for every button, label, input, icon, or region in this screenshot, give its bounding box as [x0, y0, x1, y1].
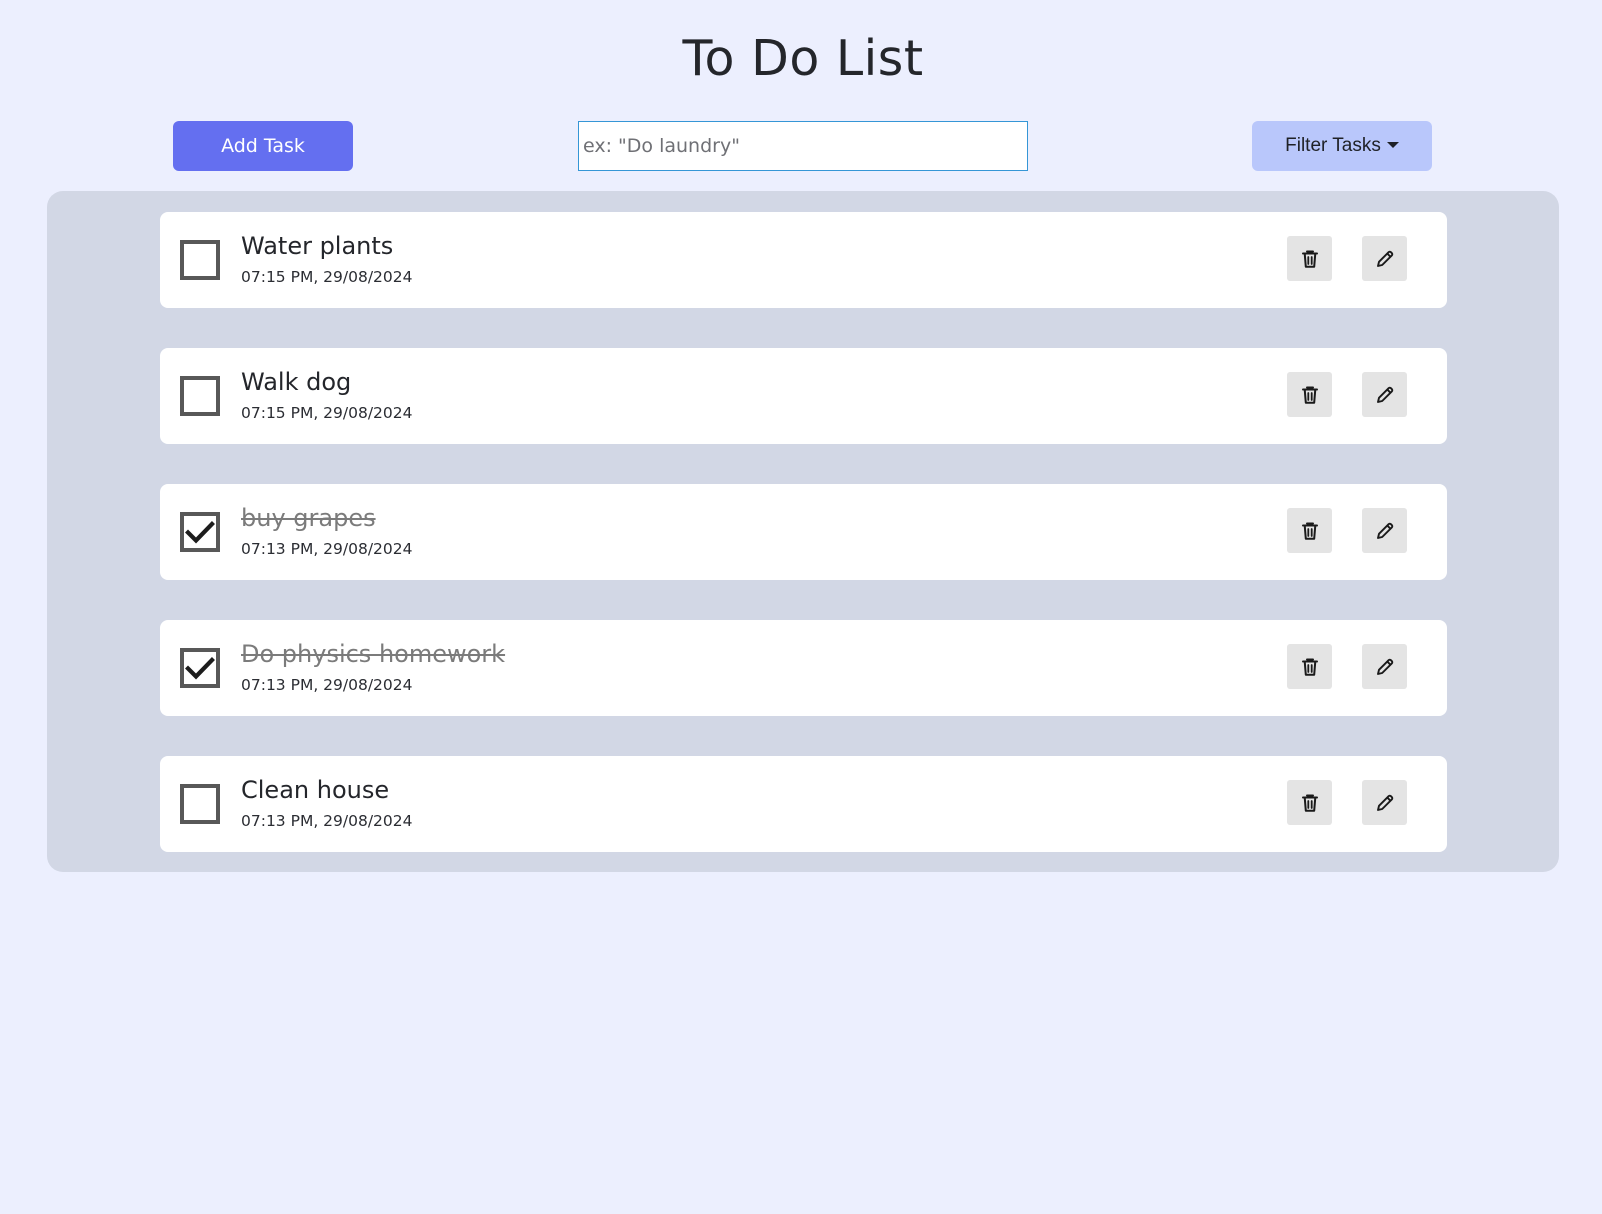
task-checkbox[interactable] [180, 648, 220, 688]
edit-task-button[interactable] [1362, 508, 1407, 553]
trash-icon [1301, 385, 1319, 405]
pencil-icon [1375, 657, 1395, 677]
task-checkbox[interactable] [180, 512, 220, 552]
task-timestamp: 07:13 PM, 29/08/2024 [241, 812, 413, 830]
task-checkbox[interactable] [180, 784, 220, 824]
task-list: Water plants 07:15 PM, 29/08/2024 Walk d… [47, 191, 1559, 872]
filter-tasks-button[interactable]: Filter Tasks [1252, 121, 1432, 171]
edit-task-button[interactable] [1362, 780, 1407, 825]
trash-icon [1301, 657, 1319, 677]
task-checkbox[interactable] [180, 376, 220, 416]
delete-task-button[interactable] [1287, 644, 1332, 689]
edit-task-button[interactable] [1362, 236, 1407, 281]
task-timestamp: 07:13 PM, 29/08/2024 [241, 676, 413, 694]
task-title: Clean house [241, 776, 390, 804]
add-task-button[interactable]: Add Task [173, 121, 353, 171]
task-checkbox[interactable] [180, 240, 220, 280]
task-item: Walk dog 07:15 PM, 29/08/2024 [160, 348, 1447, 444]
edit-task-button[interactable] [1362, 372, 1407, 417]
delete-task-button[interactable] [1287, 780, 1332, 825]
task-title: Water plants [241, 232, 394, 260]
task-title: buy grapes [241, 504, 376, 532]
delete-task-button[interactable] [1287, 508, 1332, 553]
trash-icon [1301, 521, 1319, 541]
trash-icon [1301, 249, 1319, 269]
task-item: Clean house 07:13 PM, 29/08/2024 [160, 756, 1447, 852]
task-item: buy grapes 07:13 PM, 29/08/2024 [160, 484, 1447, 580]
page-title: To Do List [682, 30, 924, 87]
caret-down-icon [1386, 142, 1399, 148]
pencil-icon [1375, 793, 1395, 813]
task-input[interactable] [578, 121, 1028, 171]
trash-icon [1301, 793, 1319, 813]
task-timestamp: 07:15 PM, 29/08/2024 [241, 404, 413, 422]
pencil-icon [1375, 521, 1395, 541]
task-timestamp: 07:13 PM, 29/08/2024 [241, 540, 413, 558]
task-item: Do physics homework 07:13 PM, 29/08/2024 [160, 620, 1447, 716]
task-timestamp: 07:15 PM, 29/08/2024 [241, 268, 413, 286]
filter-tasks-label: Filter Tasks [1285, 135, 1381, 156]
task-item: Water plants 07:15 PM, 29/08/2024 [160, 212, 1447, 308]
task-title: Walk dog [241, 368, 352, 396]
delete-task-button[interactable] [1287, 236, 1332, 281]
edit-task-button[interactable] [1362, 644, 1407, 689]
pencil-icon [1375, 385, 1395, 405]
pencil-icon [1375, 249, 1395, 269]
task-title: Do physics homework [241, 640, 506, 668]
delete-task-button[interactable] [1287, 372, 1332, 417]
